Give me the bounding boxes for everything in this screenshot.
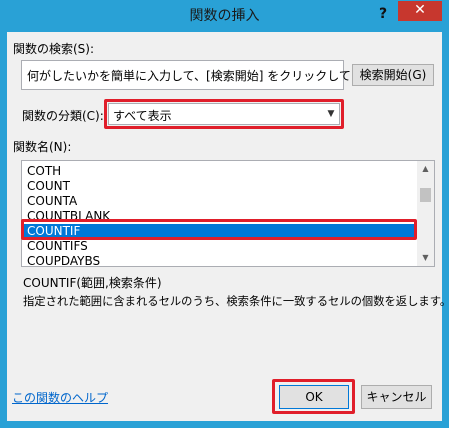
insert-function-dialog: 関数の挿入 ? ✕ 関数の検索(S): 何がしたいかを簡単に入力して、[検索開始…: [0, 0, 449, 428]
title-bar[interactable]: 関数の挿入 ? ✕: [0, 0, 449, 32]
search-go-button[interactable]: 検索開始(G): [352, 64, 434, 86]
scroll-up-icon[interactable]: ▲: [417, 161, 434, 177]
search-label: 関数の検索(S):: [13, 42, 95, 56]
list-item[interactable]: COUNTA: [23, 194, 415, 209]
ok-highlight-frame: [272, 379, 355, 414]
help-icon[interactable]: ?: [373, 2, 393, 26]
category-highlight-frame: [104, 99, 344, 129]
list-item[interactable]: COUNTIFS: [23, 239, 415, 254]
list-item[interactable]: COTH: [23, 164, 415, 179]
scroll-thumb[interactable]: [420, 188, 431, 202]
search-input[interactable]: 何がしたいかを簡単に入力して、[検索開始] をクリックしてください。: [21, 60, 411, 90]
function-syntax: COUNTIF(範囲,検索条件): [23, 276, 162, 290]
cancel-button[interactable]: キャンセル: [361, 385, 432, 409]
function-list-label: 関数名(N):: [13, 140, 72, 154]
close-button[interactable]: ✕: [398, 1, 442, 21]
category-label: 関数の分類(C):: [22, 109, 104, 123]
function-help-link[interactable]: この関数のヘルプ: [12, 389, 108, 406]
function-listbox[interactable]: COTH COUNT COUNTA COUNTBLANK COUNTIF COU…: [21, 160, 435, 267]
list-scrollbar[interactable]: ▲ ▼: [417, 161, 434, 266]
function-description: 指定された範囲に含まれるセルのうち、検索条件に一致するセルの個数を返します。: [23, 295, 449, 308]
list-item[interactable]: COUNT: [23, 179, 415, 194]
list-item[interactable]: COUPDAYBS: [23, 254, 415, 266]
selected-function-highlight-frame: [21, 219, 417, 240]
scroll-down-icon[interactable]: ▼: [417, 250, 434, 266]
